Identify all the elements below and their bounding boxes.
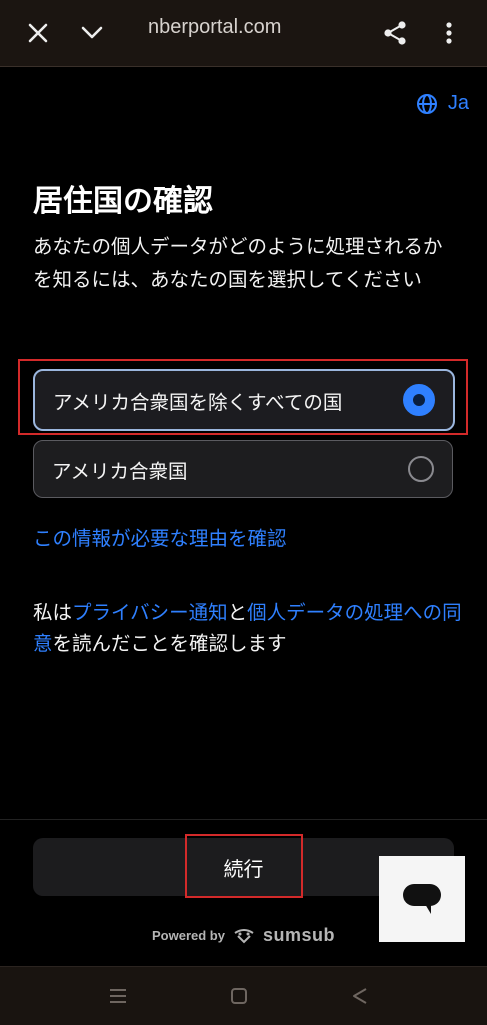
page-description: あなたの個人データがどのように処理されるかを知るには、あなたの国を選択してくださ… [33,235,443,291]
language-selector[interactable]: Ja [416,92,469,115]
back-button[interactable] [345,981,375,1011]
more-menu-button[interactable] [429,13,469,53]
url-text[interactable]: nberportal.com [148,16,281,39]
option-label: アメリカ合衆国 [52,459,188,483]
more-vertical-icon [446,22,452,44]
share-button[interactable] [375,13,415,53]
consent-and: と [227,601,248,624]
highlight-box [18,359,468,435]
radio-unselected-icon[interactable] [408,456,434,482]
consent-text: 私はプライバシー通知と個人データの処理への同意を読んだことを確認します [33,597,463,659]
why-info-link[interactable]: この情報が必要な理由を確認 [33,522,287,551]
consent-suffix: を読んだことを確認します [52,632,287,655]
language-label: Ja [447,92,469,114]
back-icon [353,988,367,1004]
sumsub-logo-icon [234,928,254,943]
powered-text: Powered by [152,928,225,943]
chat-widget-button[interactable] [379,856,465,942]
privacy-notice-link[interactable]: プライバシー通知 [72,601,228,624]
collapse-button[interactable] [72,13,112,53]
brand-name: sumsub [262,925,335,945]
close-button[interactable] [18,13,58,53]
recents-icon [110,989,126,1003]
system-navigation-bar [0,966,487,1025]
browser-toolbar: nberportal.com [0,0,487,67]
chat-icon [403,884,441,914]
share-icon [384,21,406,45]
divider [0,819,487,820]
home-button[interactable] [224,981,254,1011]
option-us[interactable]: アメリカ合衆国 [33,440,453,498]
close-icon [28,23,48,43]
home-icon [231,988,247,1004]
highlight-box [185,834,303,898]
globe-icon [416,93,437,114]
recents-button[interactable] [103,981,133,1011]
chevron-down-icon [81,26,103,39]
consent-prefix: 私は [33,601,73,624]
page-title: 居住国の確認 [33,184,213,219]
